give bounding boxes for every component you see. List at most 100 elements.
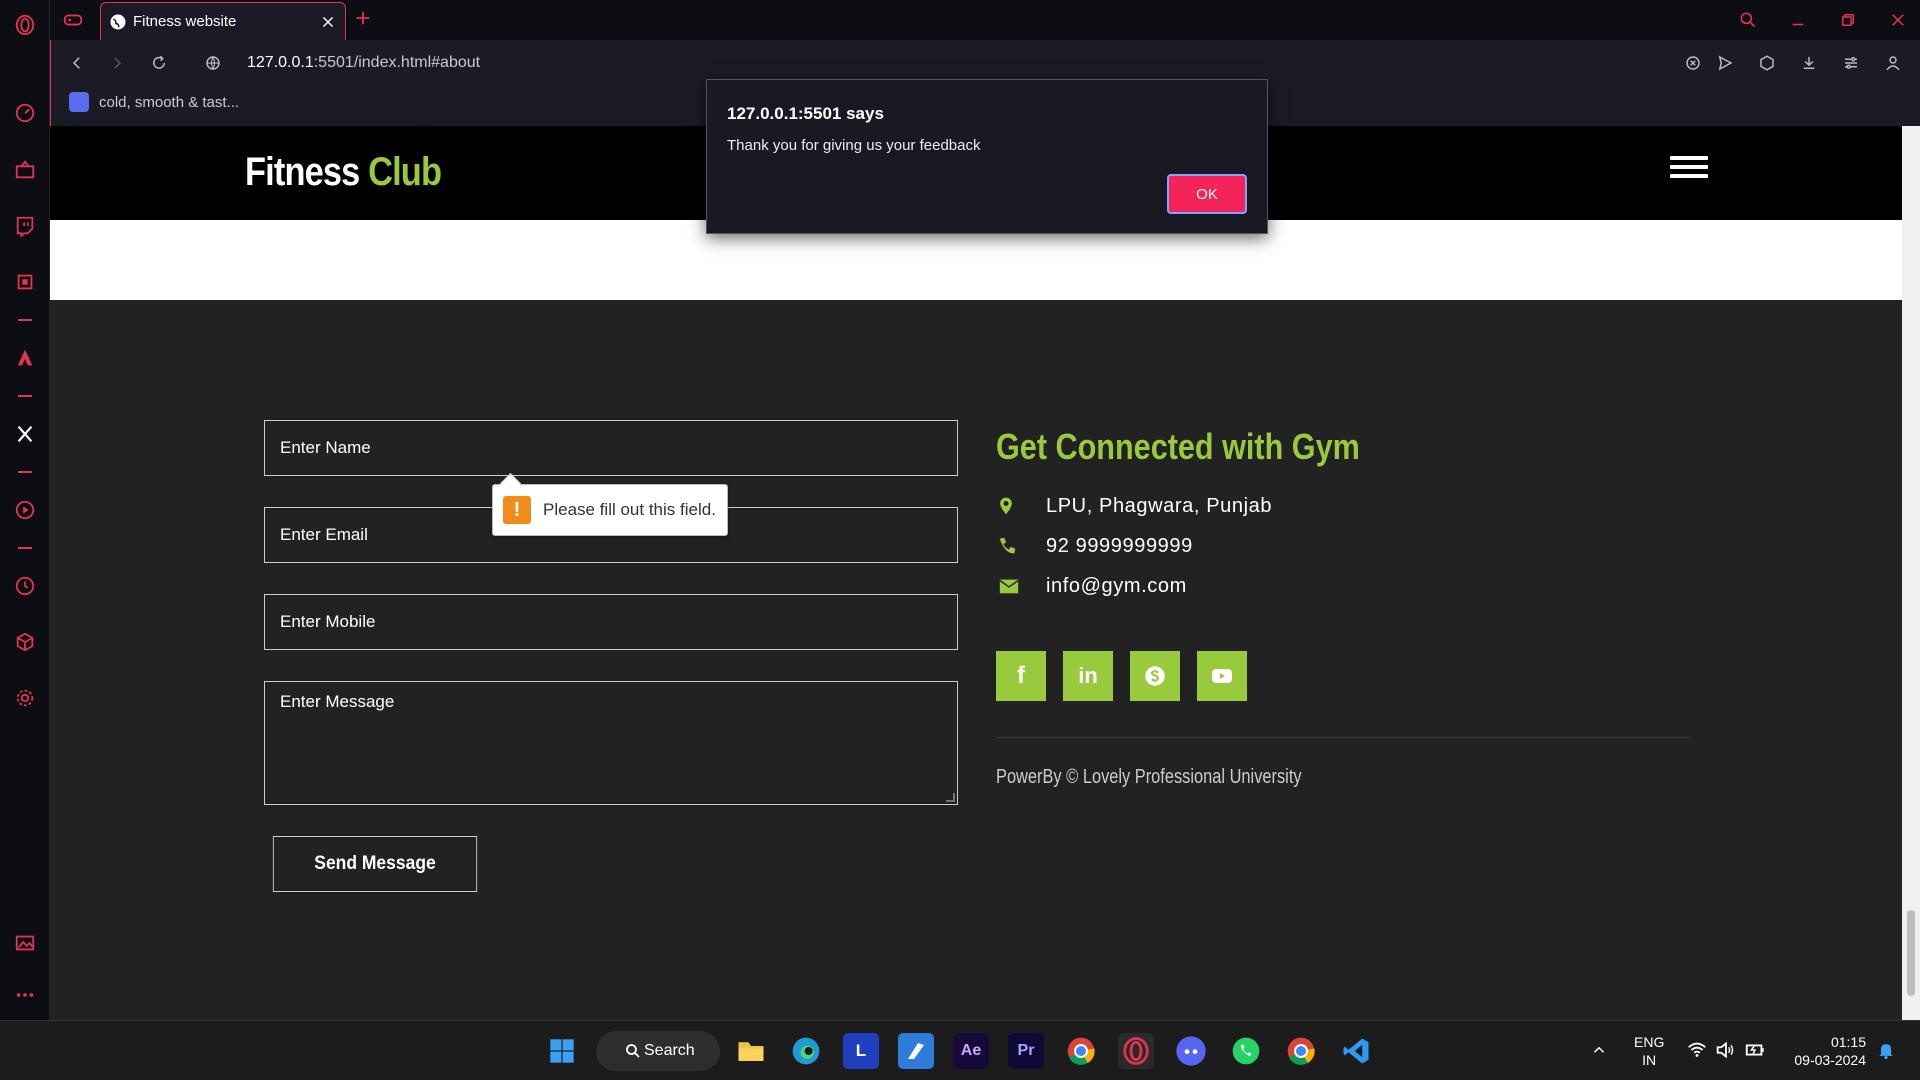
taskbar-search[interactable]: Search bbox=[596, 1031, 720, 1071]
new-tab-icon[interactable] bbox=[350, 5, 376, 31]
premiere-pro-icon[interactable]: Pr bbox=[1008, 1033, 1044, 1069]
name-input[interactable]: Enter Name bbox=[264, 420, 958, 476]
back-icon[interactable] bbox=[65, 51, 89, 75]
language-indicator[interactable]: ENG IN bbox=[1634, 1033, 1664, 1069]
extensions-icon[interactable] bbox=[1755, 51, 1779, 75]
notification-bell-icon[interactable] bbox=[1876, 1039, 1896, 1065]
info-title: Get Connected with Gym bbox=[996, 426, 1360, 467]
chrome-icon[interactable] bbox=[1063, 1033, 1099, 1069]
show-hidden-icons[interactable] bbox=[1590, 1041, 1608, 1063]
dialog-message: Thank you for giving us your feedback bbox=[727, 137, 981, 154]
wallpaper-icon[interactable] bbox=[12, 930, 38, 956]
email-row: info@gym.com bbox=[996, 566, 1696, 606]
facebook-icon[interactable]: f bbox=[996, 651, 1046, 701]
reload-icon[interactable] bbox=[147, 51, 171, 75]
chrome-alt-icon[interactable] bbox=[1283, 1033, 1319, 1069]
message-textarea[interactable]: Enter Message bbox=[264, 681, 958, 805]
tab-title: Fitness website bbox=[133, 13, 237, 30]
sidebar-divider bbox=[18, 395, 32, 397]
site-logo[interactable]: Fitness Club bbox=[245, 150, 442, 195]
dialog-title: 127.0.0.1:5501 says bbox=[727, 104, 884, 123]
ok-button[interactable]: OK bbox=[1167, 174, 1247, 214]
gamepad-icon[interactable] bbox=[60, 7, 86, 33]
sidebar-divider bbox=[18, 319, 32, 321]
gx-corner-icon[interactable] bbox=[12, 157, 38, 183]
mobile-placeholder: Enter Mobile bbox=[280, 612, 376, 631]
site-info-globe-icon[interactable] bbox=[201, 51, 225, 75]
validation-tooltip: ! Please fill out this field. bbox=[492, 484, 728, 536]
taskbar: Search L Ae Pr ENG IN 01:15 09-03-2024 bbox=[0, 1020, 1920, 1080]
opera-gx-taskbar-icon[interactable] bbox=[1118, 1033, 1154, 1069]
whatsapp-icon[interactable] bbox=[1228, 1033, 1264, 1069]
lang-bottom: IN bbox=[1642, 1052, 1657, 1068]
sidebar-divider bbox=[18, 547, 32, 549]
l-app-icon[interactable]: L bbox=[843, 1033, 879, 1069]
send-icon[interactable] bbox=[1713, 51, 1737, 75]
url-path: :5501/index.html#about bbox=[313, 54, 481, 71]
opera-logo-icon[interactable] bbox=[12, 12, 38, 38]
envelope-icon bbox=[996, 575, 1046, 597]
linkedin-icon[interactable]: in bbox=[1063, 651, 1113, 701]
gx-control-icon[interactable] bbox=[12, 269, 38, 295]
logo-text-club: Club bbox=[368, 150, 442, 194]
drawing-app-icon[interactable] bbox=[898, 1033, 934, 1069]
address-row: LPU, Phagwara, Punjab bbox=[996, 486, 1696, 526]
more-dots-icon[interactable] bbox=[12, 982, 38, 1008]
validation-message: Please fill out this field. bbox=[543, 500, 716, 519]
send-message-button[interactable]: Send Message bbox=[272, 836, 478, 892]
bookmark-label: cold, smooth & tast... bbox=[99, 93, 240, 111]
player-icon[interactable] bbox=[12, 497, 38, 523]
phone-row: 92 9999999999 bbox=[996, 526, 1696, 566]
edge-icon[interactable] bbox=[788, 1033, 824, 1069]
windows-start-icon[interactable] bbox=[544, 1033, 580, 1069]
browser-sidebar bbox=[0, 0, 50, 1020]
after-effects-icon[interactable]: Ae bbox=[953, 1033, 989, 1069]
contact-info: Get Connected with Gym LPU, Phagwara, Pu… bbox=[996, 426, 1696, 789]
footer-divider bbox=[996, 737, 1690, 738]
speed-dial-icon[interactable] bbox=[12, 100, 38, 126]
page-scrollbar[interactable] bbox=[1902, 126, 1920, 1020]
url-field[interactable]: 127.0.0.1:5501/index.html#about bbox=[247, 54, 480, 72]
skype-icon[interactable] bbox=[1130, 651, 1180, 701]
history-icon[interactable] bbox=[12, 573, 38, 599]
close-window-icon[interactable] bbox=[1886, 8, 1910, 32]
mobile-input[interactable]: Enter Mobile bbox=[264, 594, 958, 650]
discord-icon[interactable] bbox=[1173, 1033, 1209, 1069]
file-explorer-icon[interactable] bbox=[733, 1033, 769, 1069]
map-pin-icon bbox=[996, 495, 1046, 517]
profile-icon[interactable] bbox=[1881, 51, 1905, 75]
settings-gear-icon[interactable] bbox=[12, 685, 38, 711]
page-viewport: Fitness Club Enter Name Enter Email Ente… bbox=[50, 126, 1902, 1020]
battery-icon[interactable] bbox=[1744, 1039, 1766, 1065]
logo-text-fitness: Fitness bbox=[245, 150, 369, 194]
wifi-icon[interactable] bbox=[1686, 1039, 1708, 1065]
hamburger-menu-icon[interactable] bbox=[1670, 156, 1708, 178]
tab-fitness-website[interactable]: Fitness website bbox=[100, 2, 346, 40]
phone-text: 92 9999999999 bbox=[1046, 534, 1193, 557]
volume-icon[interactable] bbox=[1714, 1039, 1736, 1065]
gx-cleaner-icon[interactable] bbox=[12, 345, 38, 371]
minimize-icon[interactable] bbox=[1786, 8, 1810, 32]
url-host: 127.0.0.1 bbox=[247, 54, 314, 71]
message-placeholder: Enter Message bbox=[280, 692, 395, 711]
x-twitter-icon[interactable] bbox=[12, 421, 38, 447]
restore-icon[interactable] bbox=[1836, 8, 1860, 32]
easy-setup-icon[interactable] bbox=[1839, 51, 1863, 75]
forward-icon[interactable] bbox=[105, 51, 129, 75]
download-icon[interactable] bbox=[1797, 51, 1821, 75]
scrollbar-thumb[interactable] bbox=[1907, 910, 1915, 996]
warning-icon: ! bbox=[503, 496, 531, 524]
clock[interactable]: 01:15 09-03-2024 bbox=[1784, 1033, 1866, 1069]
youtube-icon[interactable] bbox=[1197, 651, 1247, 701]
extensions-cube-icon[interactable] bbox=[12, 629, 38, 655]
address-text: LPU, Phagwara, Punjab bbox=[1046, 494, 1273, 517]
resize-handle-icon[interactable] bbox=[946, 793, 955, 802]
vscode-icon[interactable] bbox=[1338, 1033, 1374, 1069]
adblock-icon[interactable] bbox=[1681, 51, 1705, 75]
bookmark-item[interactable]: cold, smooth & tast... bbox=[69, 92, 239, 112]
close-tab-icon[interactable] bbox=[319, 13, 337, 31]
twitch-icon[interactable] bbox=[12, 213, 38, 239]
globe-icon bbox=[109, 13, 127, 31]
search-tabs-icon[interactable] bbox=[1736, 8, 1760, 32]
search-label: Search bbox=[644, 1042, 695, 1059]
